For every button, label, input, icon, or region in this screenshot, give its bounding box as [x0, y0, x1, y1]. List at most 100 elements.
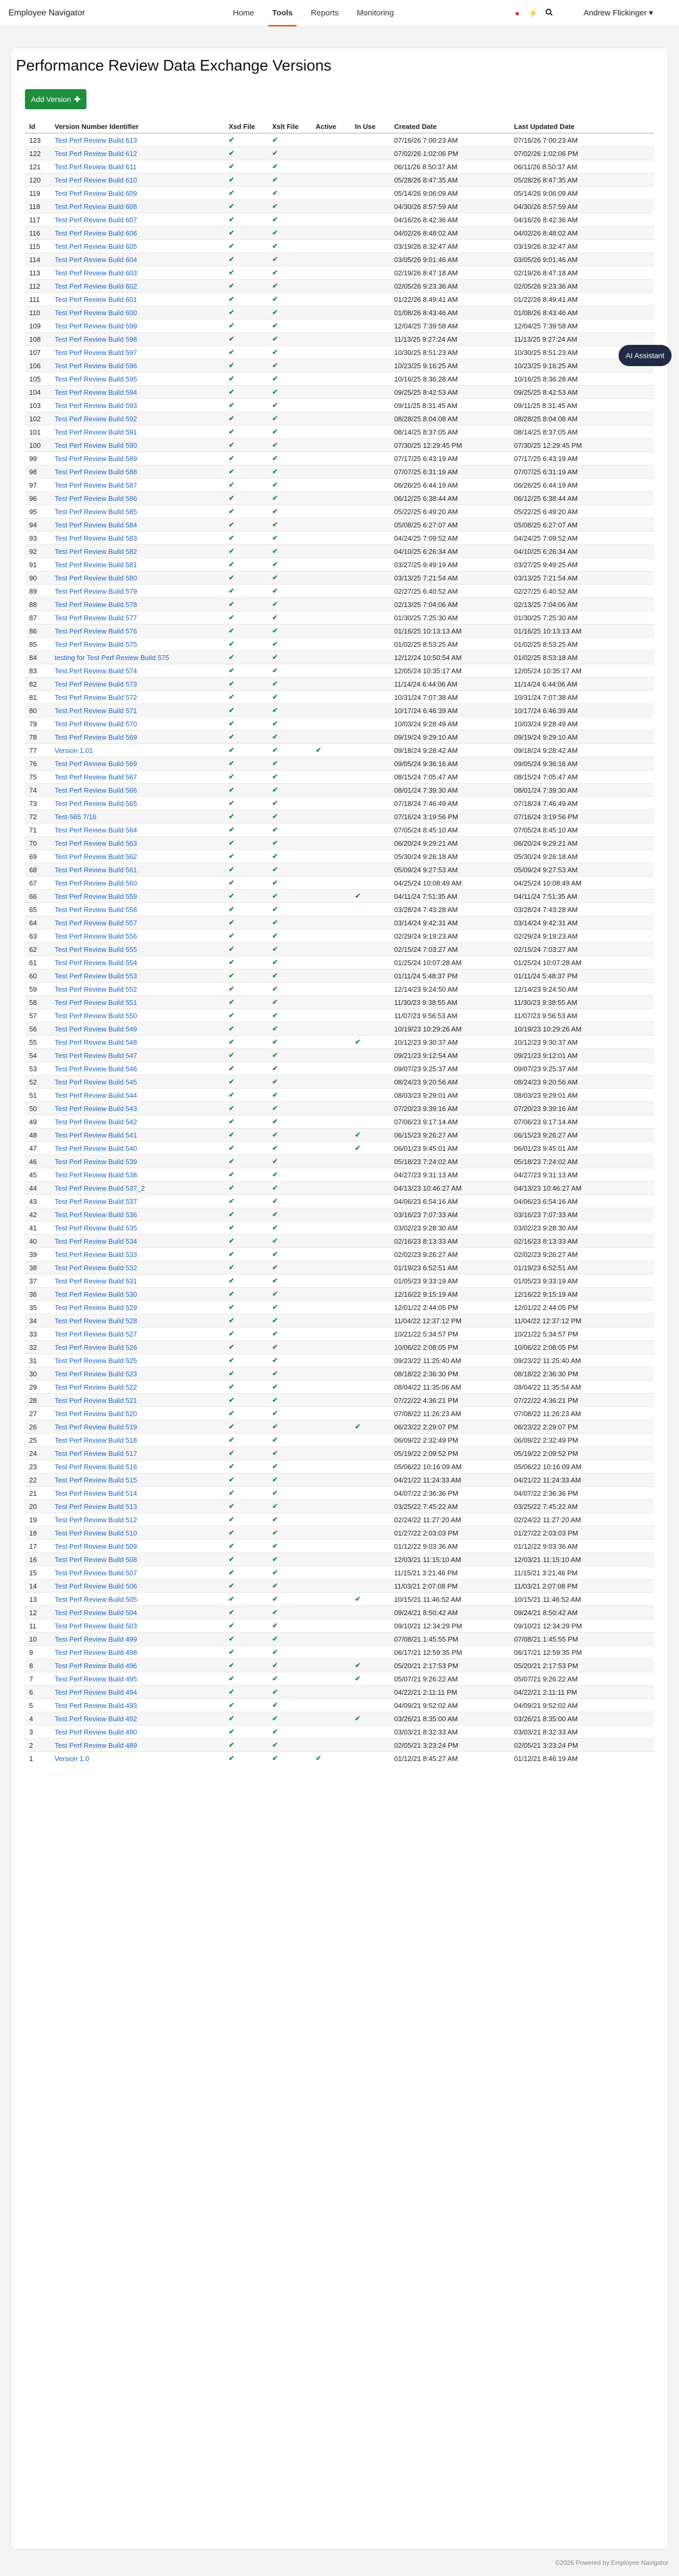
version-link[interactable]: Version 1.01: [55, 747, 93, 754]
version-link[interactable]: Test Perf Review Build 545: [55, 1078, 137, 1086]
version-link[interactable]: Test Perf Review Build 533: [55, 1251, 137, 1259]
version-link[interactable]: Test Perf Review Build 603: [55, 269, 137, 277]
version-link[interactable]: Test Perf Review Build 510: [55, 1529, 137, 1537]
version-link[interactable]: Test Perf Review Build 580: [55, 574, 137, 582]
version-link[interactable]: Test Perf Review Build 523: [55, 1370, 137, 1378]
version-link[interactable]: Test Perf Review Build 558: [55, 906, 137, 914]
version-link[interactable]: Test Perf Review Build 547: [55, 1052, 137, 1060]
version-link[interactable]: Test Perf Review Build 560: [55, 879, 137, 887]
version-link[interactable]: Test Perf Review Build 521: [55, 1397, 137, 1404]
version-link[interactable]: Test Perf Review Build 595: [55, 375, 137, 383]
version-link[interactable]: Test Perf Review Build 562: [55, 853, 137, 861]
version-link[interactable]: Test Perf Review Build 508: [55, 1556, 137, 1564]
version-link[interactable]: Test Perf Review Build 613: [55, 136, 137, 144]
version-link[interactable]: Test Perf Review Build 507: [55, 1569, 137, 1577]
version-link[interactable]: Test Perf Review Build 552: [55, 985, 137, 993]
version-link[interactable]: Test Perf Review Build 555: [55, 946, 137, 953]
version-link[interactable]: Test Perf Review Build 549: [55, 1025, 137, 1033]
version-link[interactable]: Test Perf Review Build 536: [55, 1211, 137, 1219]
version-link[interactable]: Test Perf Review Build 587: [55, 481, 137, 489]
version-link[interactable]: Test Perf Review Build 496: [55, 1662, 137, 1670]
version-link[interactable]: Test Perf Review Build 526: [55, 1343, 137, 1351]
version-link[interactable]: Test Perf Review Build 589: [55, 455, 137, 463]
version-link[interactable]: Test Perf Review Build 602: [55, 282, 137, 290]
version-link[interactable]: Test Perf Review Build 597: [55, 349, 137, 357]
version-link[interactable]: Test Perf Review Build 527: [55, 1330, 137, 1338]
version-link[interactable]: Test Perf Review Build 522: [55, 1383, 137, 1391]
version-link[interactable]: Test Perf Review Build 494: [55, 1688, 137, 1696]
version-link[interactable]: Test Perf Review Build 532: [55, 1264, 137, 1272]
version-link[interactable]: Test Perf Review Build 601: [55, 296, 137, 303]
version-link[interactable]: Test Perf Review Build 586: [55, 495, 137, 502]
nav-home[interactable]: Home: [224, 0, 263, 27]
version-link[interactable]: Test Perf Review Build 505: [55, 1595, 137, 1603]
version-link[interactable]: Test Perf Review Build 538: [55, 1171, 137, 1179]
version-link[interactable]: Test Perf Review Build 607: [55, 216, 137, 224]
version-link[interactable]: Test Perf Review Build 492: [55, 1715, 137, 1723]
version-link[interactable]: Test Perf Review Build 579: [55, 587, 137, 595]
version-link[interactable]: Test Perf Review Build 576: [55, 627, 137, 635]
version-link[interactable]: Test Perf Review Build 610: [55, 176, 137, 184]
version-link[interactable]: Version 1.0: [55, 1755, 89, 1763]
brand-logo[interactable]: Employee Navigator: [8, 0, 85, 27]
version-link[interactable]: Test Perf Review Build 573: [55, 680, 137, 688]
version-link[interactable]: Test Perf Review Build 569: [55, 733, 137, 741]
version-link[interactable]: Test Perf Review Build 606: [55, 229, 137, 237]
version-link[interactable]: Test Perf Review Build 581: [55, 561, 137, 569]
version-link[interactable]: Test Perf Review Build 518: [55, 1436, 137, 1444]
ai-assistant-button[interactable]: AI Assistant: [619, 345, 672, 366]
nav-tools[interactable]: Tools: [263, 0, 302, 27]
version-link[interactable]: Test Perf Review Build 506: [55, 1582, 137, 1590]
search-icon[interactable]: [541, 8, 557, 18]
version-link[interactable]: Test Perf Review Build 544: [55, 1091, 137, 1099]
version-link[interactable]: Test Perf Review Build 528: [55, 1317, 137, 1325]
version-link[interactable]: Test Perf Review Build 530: [55, 1290, 137, 1298]
version-link[interactable]: Test Perf Review Build 539: [55, 1158, 137, 1166]
version-link[interactable]: Test Perf Review Build 593: [55, 402, 137, 410]
version-link[interactable]: Test Perf Review Build 575: [55, 640, 137, 648]
version-link[interactable]: Test Perf Review Build 563: [55, 839, 137, 847]
version-link[interactable]: Test Perf Review Build 534: [55, 1237, 137, 1245]
version-link[interactable]: Test Perf Review Build 504: [55, 1609, 137, 1617]
version-link[interactable]: Test Perf Review Build 514: [55, 1489, 137, 1497]
version-link[interactable]: Test Perf Review Build 569: [55, 760, 137, 768]
version-link[interactable]: testing for Test Perf Review Build 575: [55, 654, 169, 662]
version-link[interactable]: Test Perf Review Build 513: [55, 1503, 137, 1511]
version-link[interactable]: Test Perf Review Build 537_2: [55, 1184, 145, 1192]
version-link[interactable]: Test Perf Review Build 490: [55, 1728, 137, 1736]
version-link[interactable]: Test Perf Review Build 604: [55, 256, 137, 264]
version-link[interactable]: Test Perf Review Build 582: [55, 548, 137, 556]
version-link[interactable]: Test Perf Review Build 520: [55, 1410, 137, 1418]
version-link[interactable]: Test Perf Review Build 585: [55, 508, 137, 516]
version-link[interactable]: Test Perf Review Build 609: [55, 189, 137, 197]
version-link[interactable]: Test Perf Review Build 584: [55, 521, 137, 529]
version-link[interactable]: Test Perf Review Build 570: [55, 720, 137, 728]
version-link[interactable]: Test Perf Review Build 566: [55, 786, 137, 794]
version-link[interactable]: Test Perf Review Build 577: [55, 614, 137, 622]
version-link[interactable]: Test Perf Review Build 498: [55, 1649, 137, 1656]
bolt-icon[interactable]: ⚡: [525, 8, 541, 18]
version-link[interactable]: Test Perf Review Build 515: [55, 1476, 137, 1484]
version-link[interactable]: Test Perf Review Build 553: [55, 972, 137, 980]
add-version-button[interactable]: Add Version ✚: [25, 89, 86, 109]
version-link[interactable]: Test Perf Review Build 608: [55, 203, 137, 211]
version-link[interactable]: Test Perf Review Build 599: [55, 322, 137, 330]
version-link[interactable]: Test Perf Review Build 548: [55, 1038, 137, 1046]
version-link[interactable]: Test Perf Review Build 583: [55, 534, 137, 542]
version-link[interactable]: Test Perf Review Build 590: [55, 441, 137, 449]
version-link[interactable]: Test Perf Review Build 531: [55, 1277, 137, 1285]
version-link[interactable]: Test Perf Review Build 542: [55, 1118, 137, 1126]
version-link[interactable]: Test Perf Review Build 567: [55, 773, 137, 781]
version-link[interactable]: Test Perf Review Build 559: [55, 892, 137, 900]
version-link[interactable]: Test Perf Review Build 495: [55, 1675, 137, 1683]
version-link[interactable]: Test Perf Review Build 611: [55, 163, 136, 171]
nav-reports[interactable]: Reports: [302, 0, 348, 27]
version-link[interactable]: Test Perf Review Build 588: [55, 468, 137, 476]
version-link[interactable]: Test Perf Review Build 605: [55, 242, 137, 250]
version-link[interactable]: Test Perf Review Build 516: [55, 1463, 137, 1471]
version-link[interactable]: Test Perf Review Build 594: [55, 388, 137, 396]
version-link[interactable]: Test Perf Review Build 512: [55, 1516, 137, 1524]
version-link[interactable]: Test Perf Review Build 543: [55, 1105, 137, 1113]
version-link[interactable]: Test Perf Review Build 535: [55, 1224, 137, 1232]
version-link[interactable]: Test Perf Review Build 600: [55, 309, 137, 317]
